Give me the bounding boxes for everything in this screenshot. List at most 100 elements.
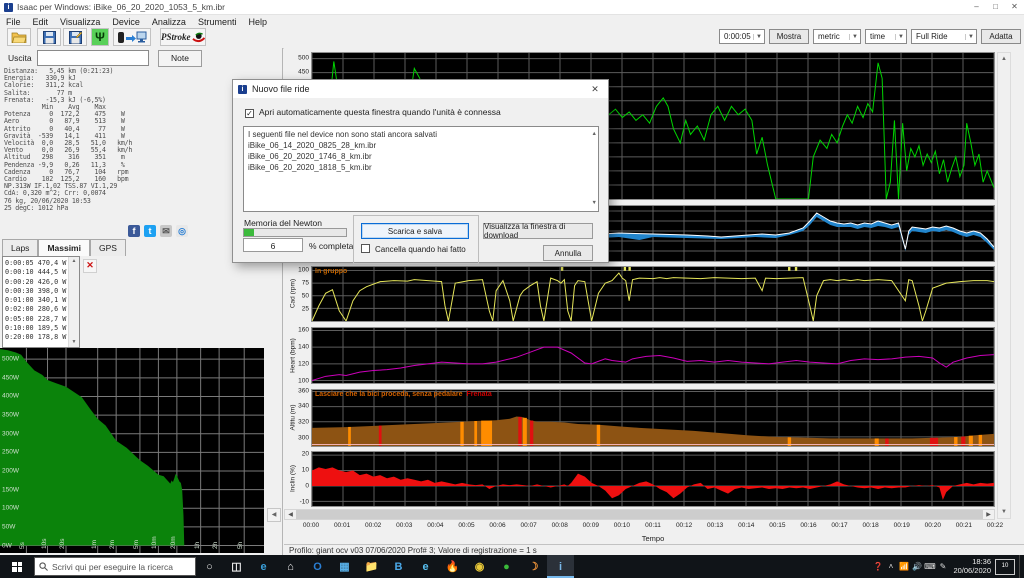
chrome-icon[interactable]: ◉ <box>466 555 493 578</box>
pd-xtick-label: 1m <box>91 540 98 549</box>
outlook-icon[interactable]: O <box>304 555 331 578</box>
scroll-up-icon[interactable]: ▲ <box>998 53 1010 65</box>
volume-icon[interactable]: 🔊 <box>910 562 923 571</box>
record-item[interactable]: 0:00:10 444,5 W <box>5 268 68 277</box>
scroll-up-icon[interactable]: ▲ <box>592 129 597 140</box>
taskbar-search-input[interactable]: Scrivi qui per eseguire la ricerca <box>34 557 196 576</box>
scroll-right-icon[interactable]: ▶ <box>983 510 994 519</box>
notification-monitor-icon[interactable]: 10 <box>995 559 1015 575</box>
close-button[interactable]: ✕ <box>1005 0 1024 14</box>
email-icon[interactable]: ✉ <box>160 225 172 237</box>
home-icon[interactable]: ⌂ <box>277 555 304 578</box>
delete-record-button[interactable]: ✕ <box>83 259 97 273</box>
save-as-button[interactable] <box>63 28 87 46</box>
record-item[interactable]: 0:00:05 470,4 W <box>5 259 68 268</box>
bing-icon[interactable]: B <box>385 555 412 578</box>
scroll-up-icon[interactable]: ▲ <box>69 257 79 266</box>
menu-edit[interactable]: Edit <box>27 17 55 27</box>
record-item[interactable]: 0:05:00 228,7 W <box>5 315 68 324</box>
app-green-icon[interactable]: ● <box>493 555 520 578</box>
show-desktop-button[interactable] <box>1019 555 1024 578</box>
web-globe-icon[interactable]: ◎ <box>176 225 188 237</box>
pen-icon[interactable]: ✎ <box>936 562 949 571</box>
record-item[interactable]: 0:00:30 398,0 W <box>5 287 68 296</box>
ie-icon[interactable]: e <box>412 555 439 578</box>
dialog-close-icon[interactable]: ✕ <box>582 80 608 98</box>
record-item[interactable]: 0:02:00 280,6 W <box>5 305 68 314</box>
scroll-down-icon[interactable]: ▼ <box>592 198 597 209</box>
usb-connect-button[interactable]: Ψ <box>91 28 109 46</box>
menu-strumenti[interactable]: Strumenti <box>192 17 243 27</box>
record-item[interactable]: 0:20:00 178,8 W <box>5 333 68 342</box>
menu-device[interactable]: Device <box>106 17 146 27</box>
cadence-plot[interactable]: In gruppo <box>311 266 995 322</box>
download-device-button[interactable] <box>113 28 151 46</box>
record-item[interactable]: 0:10:00 189,5 W <box>5 324 68 333</box>
explorer-icon[interactable]: 📁 <box>358 555 385 578</box>
adatta-button[interactable]: Adatta <box>981 29 1021 44</box>
range-select[interactable]: Full Ride▼ <box>911 29 977 44</box>
unsaved-files-list[interactable]: ▲ ▼ I seguenti file nel device non sono … <box>243 126 599 212</box>
twitter-icon[interactable]: t <box>144 225 156 237</box>
unsaved-file-item[interactable]: iBike_06_20_2020_1818_5_km.ibr <box>248 162 594 173</box>
keyboard-icon[interactable]: ⌨ <box>923 562 936 571</box>
isaac-icon[interactable]: i <box>547 555 574 578</box>
planet-icon[interactable]: ☽ <box>520 555 547 578</box>
uscita-input[interactable] <box>37 50 149 66</box>
firefox-icon[interactable]: 🔥 <box>439 555 466 578</box>
task-view-icon[interactable]: ◫ <box>223 555 250 578</box>
pstroke-button[interactable]: PStroke <box>160 28 206 46</box>
menu-visualizza[interactable]: Visualizza <box>54 17 106 27</box>
tab-massimi[interactable]: Massimi <box>38 239 90 256</box>
pd-ytick-label: 350W <box>2 412 19 419</box>
auto-open-checkbox[interactable]: ✓Apri automaticamente questa finestra qu… <box>245 107 501 118</box>
taskbar-clock[interactable]: 18:36 20/06/2020 <box>953 558 991 575</box>
charts-horizontal-scrollbar[interactable]: ◀ ▶ <box>284 509 995 520</box>
heart-plot[interactable] <box>311 327 995 384</box>
cortana-icon[interactable]: ○ <box>196 555 223 578</box>
collapse-left-icon[interactable]: ◀ <box>267 508 281 522</box>
menu-analizza[interactable]: Analizza <box>146 17 192 27</box>
scroll-down-icon[interactable]: ▼ <box>998 506 1010 518</box>
store-icon[interactable]: ▦ <box>331 555 358 578</box>
unsaved-file-item[interactable]: iBike_06_14_2020_0825_28_km.ibr <box>248 140 594 151</box>
cancella-checkbox[interactable]: Cancella quando hai fatto <box>361 244 466 254</box>
charts-vertical-scrollbar[interactable]: ▲ ▼ <box>997 52 1011 519</box>
altitude-plot[interactable]: Lasciare che la bici proceda, senza peda… <box>311 389 995 447</box>
interval-select[interactable]: 0:00:05▼ <box>719 29 765 44</box>
minimize-button[interactable]: – <box>967 0 986 14</box>
save-button[interactable] <box>37 28 61 46</box>
start-button[interactable] <box>0 555 34 578</box>
note-tab[interactable]: Note <box>158 50 202 67</box>
help-icon[interactable]: ❓ <box>871 562 884 571</box>
scrollbar-thumb[interactable] <box>296 510 983 519</box>
xaxis-mode-select[interactable]: time▼ <box>865 29 907 44</box>
scroll-down-icon[interactable]: ▼ <box>69 338 79 347</box>
mostra-button[interactable]: Mostra <box>769 29 809 44</box>
window-title: Isaac per Windows: iBike_06_20_2020_1053… <box>17 2 225 12</box>
facebook-icon[interactable]: f <box>128 225 140 237</box>
edge-icon[interactable]: e <box>250 555 277 578</box>
time-tick-label: 00:09 <box>583 522 599 529</box>
chevron-down-icon: ▼ <box>895 34 904 40</box>
menu-help[interactable]: Help <box>242 17 273 27</box>
annulla-button[interactable]: Annulla <box>543 245 593 261</box>
menu-file[interactable]: File <box>0 17 27 27</box>
scroll-left-icon[interactable]: ◀ <box>285 510 296 519</box>
record-item[interactable]: 0:01:00 340,1 W <box>5 296 68 305</box>
network-icon[interactable]: 📶 <box>897 562 910 571</box>
unsaved-file-item[interactable]: iBike_06_20_2020_1746_8_km.ibr <box>248 151 594 162</box>
file-list-header: I seguenti file nel device non sono stat… <box>248 129 594 140</box>
tab-gps[interactable]: GPS <box>90 239 126 256</box>
scarica-e-salva-button[interactable]: Scarica e salva <box>361 223 469 239</box>
open-file-button[interactable] <box>7 28 31 46</box>
maximize-button[interactable]: □ <box>986 0 1005 14</box>
chevron-up-icon[interactable]: ˄ <box>884 562 897 571</box>
visualizza-finestra-download-button[interactable]: Visualizza la finestra di download <box>483 223 593 239</box>
tab-laps[interactable]: Laps <box>2 239 38 256</box>
records-scrollbar[interactable]: ▲ ▼ <box>68 257 79 347</box>
units-select[interactable]: metric▼ <box>813 29 861 44</box>
incline-plot[interactable] <box>311 451 995 507</box>
power-duration-chart[interactable]: 500W450W400W350W300W250W200W150W100W50W0… <box>0 348 264 553</box>
record-item[interactable]: 0:00:20 426,0 W <box>5 278 68 287</box>
